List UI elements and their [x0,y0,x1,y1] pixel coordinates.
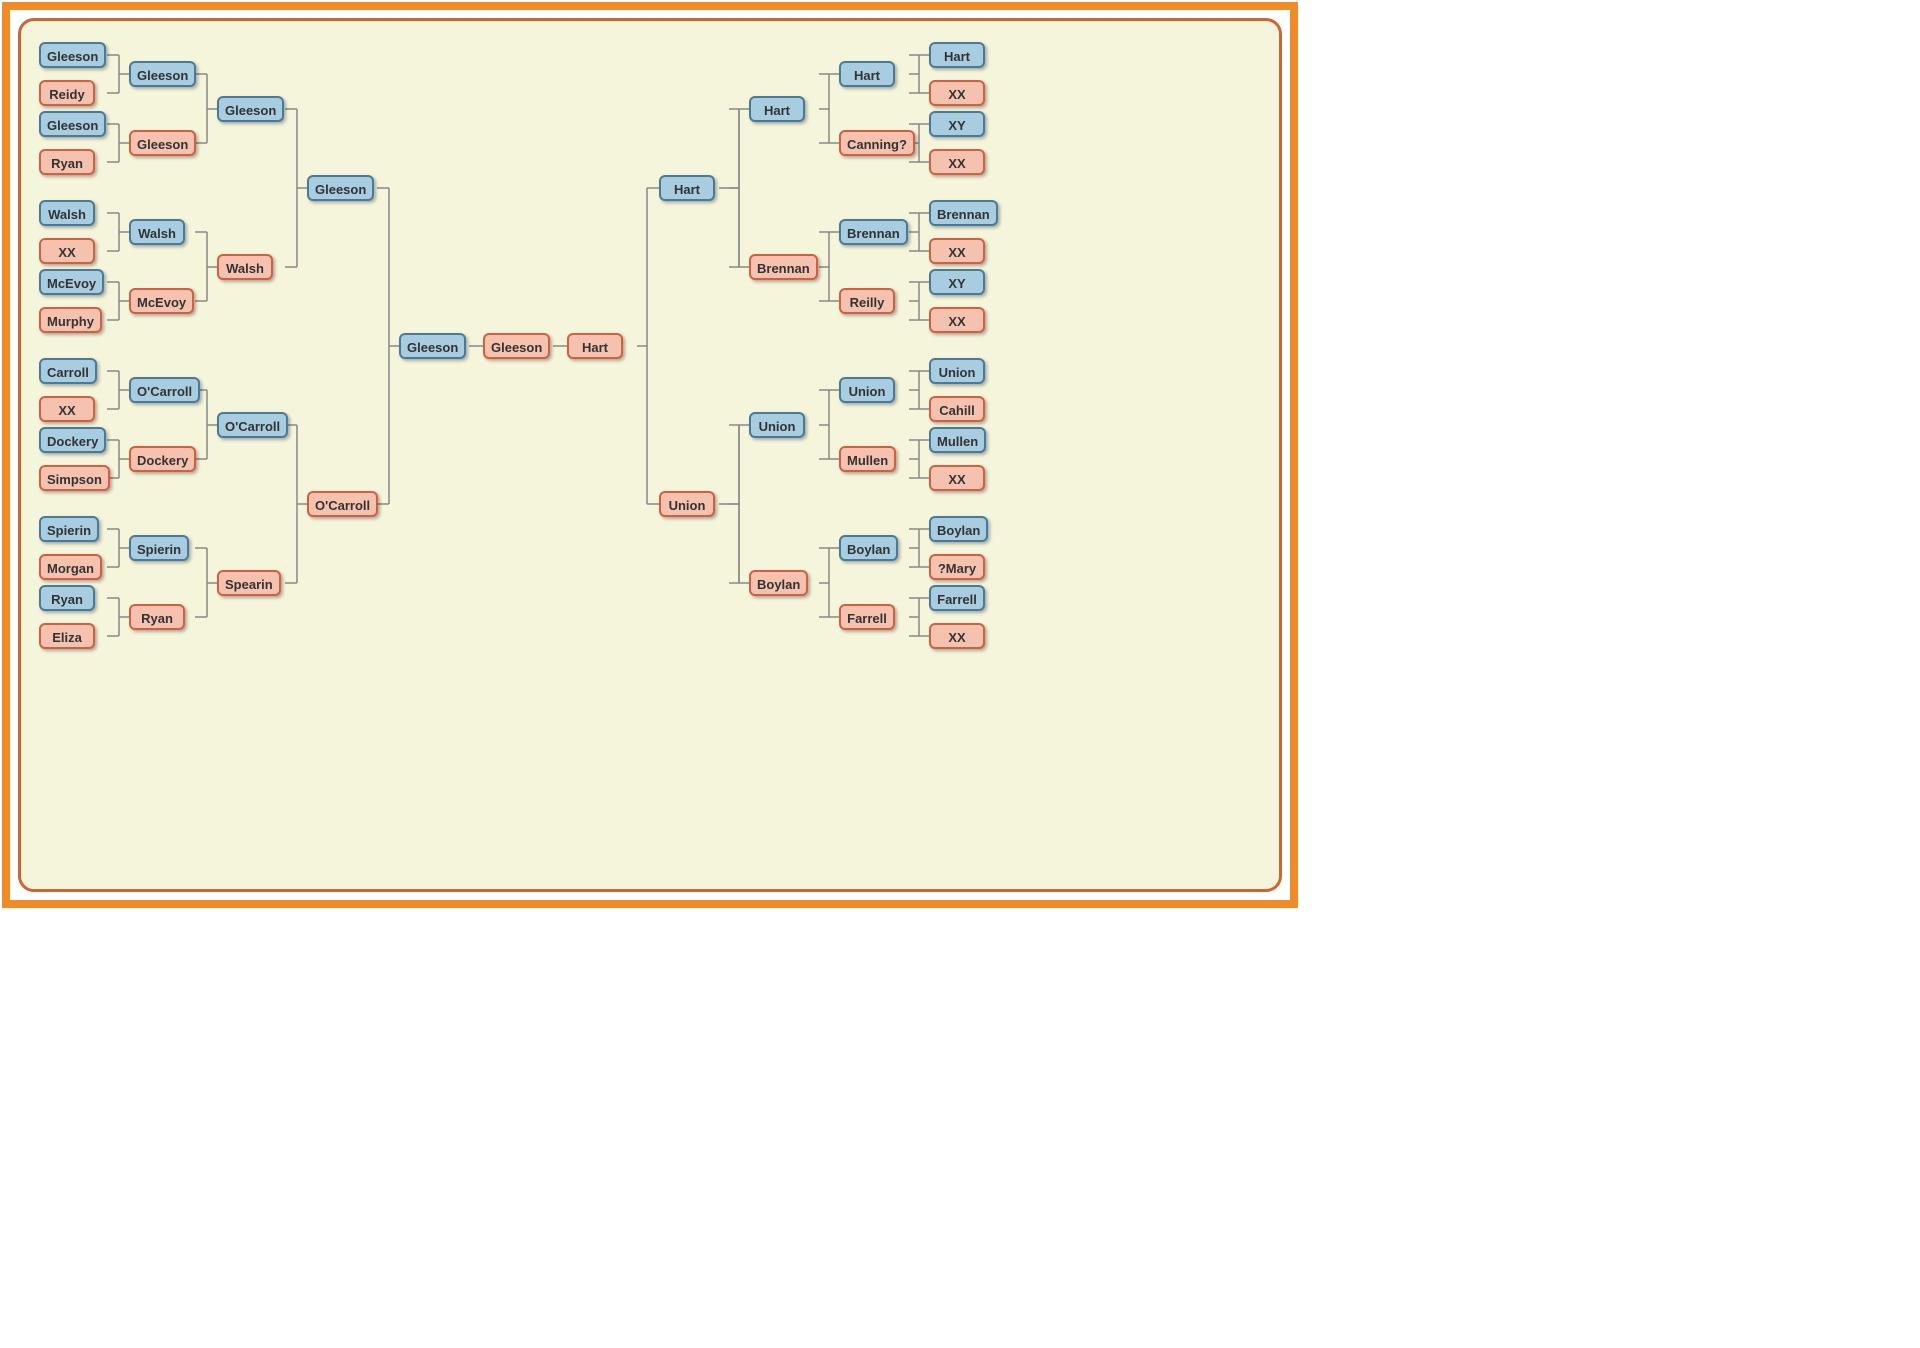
r-g5-2-m[interactable]: Brennan [929,200,998,226]
r-g5-1-m[interactable]: XY [929,111,985,137]
r-g4-3-m[interactable]: Boylan [839,535,898,561]
l-g4-1-f[interactable]: McEvoy [129,288,194,314]
l-g5-4-f[interactable]: XX [39,396,95,422]
l-g4-2-m[interactable]: O'Carroll [129,377,200,403]
l-g5-6-f[interactable]: Morgan [39,554,102,580]
r-g4-0-m[interactable]: Hart [839,61,895,87]
r-g5-0-f[interactable]: XX [929,80,985,106]
l-g5-1-f[interactable]: Ryan [39,149,95,175]
g1-m[interactable]: Gleeson [399,333,466,359]
l-g5-4-m[interactable]: Carroll [39,358,97,384]
r-g3-1-f[interactable]: Boylan [749,570,808,596]
l-g5-5-f[interactable]: Simpson [39,465,110,491]
r-g4-1-m[interactable]: Brennan [839,219,908,245]
r-g5-1-f[interactable]: XX [929,149,985,175]
r-g5-7-m[interactable]: Farrell [929,585,985,611]
r-g4-1-f[interactable]: Reilly [839,288,895,314]
l-g5-2-m[interactable]: Walsh [39,200,95,226]
l-g5-3-f[interactable]: Murphy [39,307,102,333]
l-g5-3-m[interactable]: McEvoy [39,269,104,295]
l-g5-7-f[interactable]: Eliza [39,623,95,649]
r-g5-3-f[interactable]: XX [929,307,985,333]
r-g5-0-m[interactable]: Hart [929,42,985,68]
r-g2-m[interactable]: Hart [659,175,715,201]
g1-f[interactable]: Hart [567,333,623,359]
l-g3-1-f[interactable]: Spearin [217,570,281,596]
l-g3-1-m[interactable]: O'Carroll [217,412,288,438]
l-g3-0-f[interactable]: Walsh [217,254,273,280]
r-g3-0-f[interactable]: Brennan [749,254,818,280]
r-g4-2-f[interactable]: Mullen [839,446,896,472]
r-g5-5-m[interactable]: Mullen [929,427,986,453]
l-g4-3-f[interactable]: Ryan [129,604,185,630]
l-g5-6-m[interactable]: Spierin [39,516,99,542]
l-g5-0-m[interactable]: Gleeson [39,42,106,68]
l-g4-0-m[interactable]: Gleeson [129,61,196,87]
l-g4-2-f[interactable]: Dockery [129,446,196,472]
l-g5-1-m[interactable]: Gleeson [39,111,106,137]
l-g5-0-f[interactable]: Reidy [39,80,95,106]
l-g4-3-m[interactable]: Spierin [129,535,189,561]
r-g5-3-m[interactable]: XY [929,269,985,295]
r-g5-4-f[interactable]: Cahill [929,396,985,422]
r-g4-2-m[interactable]: Union [839,377,895,403]
center-child[interactable]: Gleeson [483,333,550,359]
l-g5-2-f[interactable]: XX [39,238,95,264]
chart-area: Gleeson Reidy Gleeson Ryan Walsh XX McEvoy Murp… [18,18,1282,892]
r-g4-3-f[interactable]: Farrell [839,604,895,630]
outer-frame: Gleeson Reidy Gleeson Ryan Walsh XX McEvoy Murp… [2,2,1298,908]
r-g5-6-m[interactable]: Boylan [929,516,988,542]
l-g4-1-m[interactable]: Walsh [129,219,185,245]
r-g3-1-m[interactable]: Union [749,412,805,438]
r-g5-7-f[interactable]: XX [929,623,985,649]
l-g2-m[interactable]: Gleeson [307,175,374,201]
r-g5-4-m[interactable]: Union [929,358,985,384]
r-g5-5-f[interactable]: XX [929,465,985,491]
r-g4-0-f[interactable]: Canning? [839,130,915,156]
connector-lines [21,21,1281,891]
r-g5-2-f[interactable]: XX [929,238,985,264]
l-g4-0-f[interactable]: Gleeson [129,130,196,156]
r-g3-0-m[interactable]: Hart [749,96,805,122]
l-g5-7-m[interactable]: Ryan [39,585,95,611]
l-g5-5-m[interactable]: Dockery [39,427,106,453]
r-g5-6-f[interactable]: ?Mary [929,554,985,580]
r-g2-f[interactable]: Union [659,491,715,517]
l-g2-f[interactable]: O'Carroll [307,491,378,517]
l-g3-0-m[interactable]: Gleeson [217,96,284,122]
